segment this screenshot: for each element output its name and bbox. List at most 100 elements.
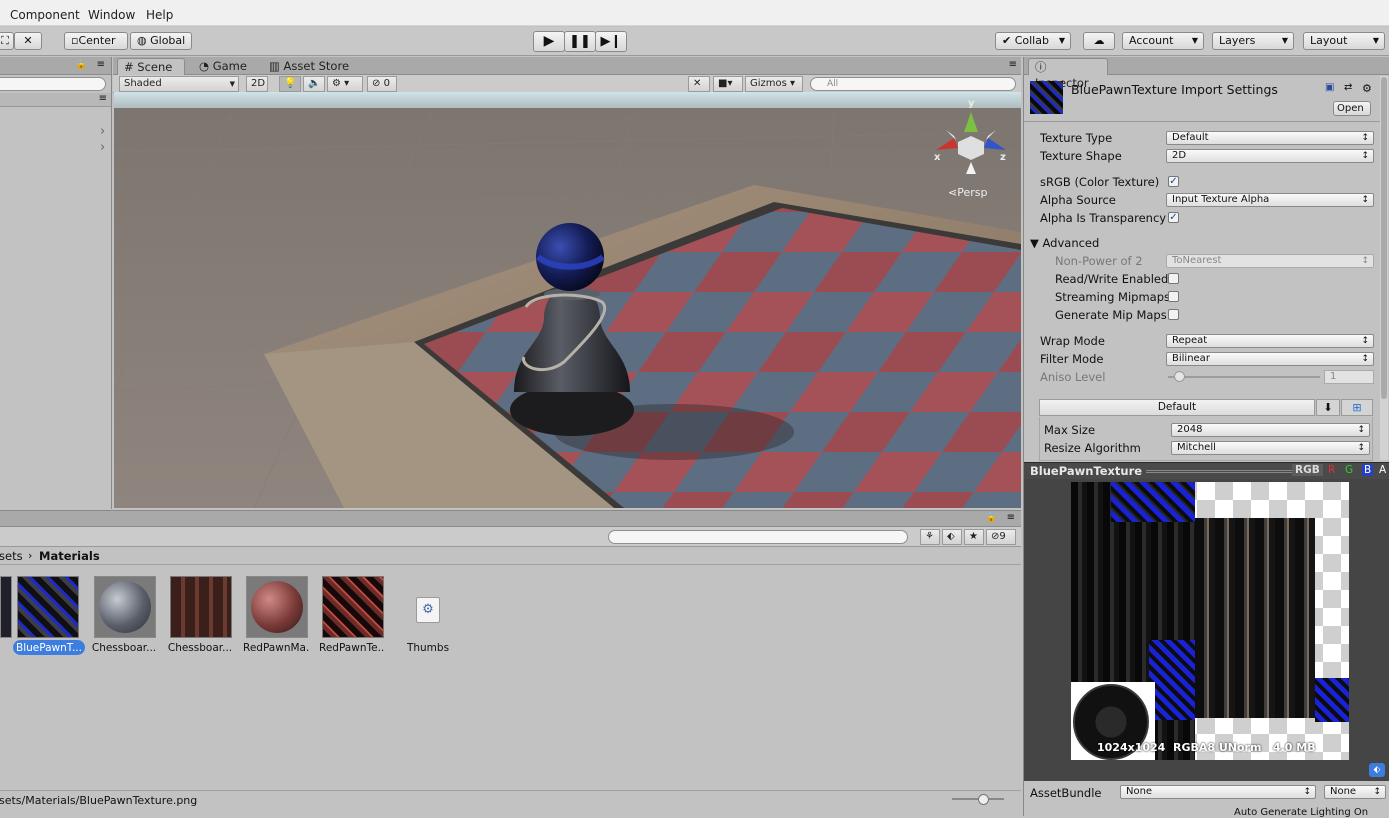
channel-a-toggle[interactable]: A [1379,464,1386,476]
texture-shape-dropdown[interactable]: 2D [1166,149,1374,163]
layout-dropdown[interactable]: Layout ▼ [1303,32,1385,50]
pivot-center-button[interactable]: ▫Center [64,32,128,50]
srgb-checkbox[interactable]: ✓ [1168,176,1179,187]
orientation-gizmo[interactable]: y x z [926,98,1016,180]
panel-menu-icon[interactable]: ≡ [1007,512,1015,523]
menu-help[interactable]: Help [146,8,173,22]
channel-rgb-toggle[interactable]: RGB [1292,464,1323,476]
menu-window[interactable]: Window [88,8,135,22]
tag-icon[interactable]: ⬖ [1369,763,1385,777]
transform-tool-icon[interactable]: ✕ [14,32,42,50]
asset-thumb-bluepawntexture[interactable] [17,576,79,638]
wrap-mode-dropdown[interactable]: Repeat [1166,334,1374,348]
windows-icon[interactable]: ⊞ [1341,399,1373,416]
streaming-mipmaps-checkbox[interactable] [1168,291,1179,302]
foldout-arrow-icon: ▼ [1030,236,1043,250]
tools-icon[interactable]: ✕ [688,76,710,92]
tab-inspector[interactable]: ⓘ Inspector [1028,58,1108,90]
asset-thumb-redpawntexture[interactable] [322,576,384,638]
preview-drag-handle[interactable] [1146,470,1310,473]
aniso-slider-handle[interactable] [1174,371,1185,382]
channel-g-toggle[interactable]: G [1345,464,1353,476]
settings-gear-icon[interactable]: ⚙ [1362,82,1372,95]
asset-label[interactable]: Thumbs [395,642,461,654]
2d-toggle[interactable]: 2D [246,76,268,92]
assetbundle-dropdown[interactable]: None [1120,785,1316,799]
scene-menu-icon[interactable]: ≡ [99,93,107,104]
scene-viewport[interactable]: y x z ⋖Persp [114,92,1021,508]
aniso-value-field[interactable]: 1 [1324,370,1374,384]
preview-area[interactable]: 1024x1024 RGBA8 UNorm 4.0 MB ⬖ [1024,479,1389,781]
account-dropdown[interactable]: Account ▼ [1122,32,1204,50]
label-icon[interactable]: ⬖ [942,529,962,545]
asset-label[interactable]: Chessboar... [91,642,157,654]
advanced-foldout[interactable]: ▼ Advanced [1030,236,1099,250]
layers-dropdown[interactable]: Layers ▼ [1212,32,1294,50]
alpha-transparency-checkbox[interactable]: ✓ [1168,212,1179,223]
aniso-slider[interactable] [1168,376,1320,378]
pause-button[interactable]: ❚❚ [564,31,596,52]
channel-b-toggle[interactable]: B [1362,464,1374,476]
asset-thumb-chessboard-1[interactable] [94,576,156,638]
filter-mode-dropdown[interactable]: Bilinear [1166,352,1374,366]
shading-mode-dropdown[interactable]: Shaded ▼ [119,76,239,92]
preset-icon[interactable]: ⇄ [1344,82,1352,93]
camera-icon[interactable]: ■▾ [713,76,743,92]
filter-type-icon[interactable]: ⚘ [920,529,940,545]
asset-thumb-redpawnmaterial[interactable] [246,576,308,638]
assetbundle-variant-dropdown[interactable]: None [1324,785,1386,799]
breadcrumb-assets[interactable]: sets [0,549,23,563]
effects-dropdown-icon[interactable]: ⚙ ▾ [327,76,363,92]
inspector-scrollbar[interactable] [1380,76,1388,460]
projection-label[interactable]: ⋖Persp [948,186,987,199]
asset-label[interactable]: RedPawnMa... [243,642,309,654]
pivot-global-button[interactable]: ◍ Global [130,32,192,50]
step-button[interactable]: ▶❙ [595,31,627,52]
tab-scene[interactable]: # Scene [117,58,185,75]
alpha-source-dropdown[interactable]: Input Texture Alpha [1166,193,1374,207]
hidden-objects-toggle[interactable]: ⊘ 0 [367,76,397,92]
tab-asset-store[interactable]: ▥ Asset Store [263,58,355,75]
file-icon[interactable]: ⚙ [416,597,440,623]
lighting-toggle-icon[interactable]: 💡 [279,76,301,92]
collab-dropdown[interactable]: ✔ Collab ▼ [995,32,1071,50]
generate-mipmaps-checkbox[interactable] [1168,309,1179,320]
play-button[interactable]: ▶ [533,31,565,52]
hidden-packages-toggle[interactable]: ⊘9 [986,529,1016,545]
project-search-input[interactable] [608,530,908,544]
channel-r-toggle[interactable]: R [1328,464,1335,476]
npot-dropdown[interactable]: ToNearest [1166,254,1374,268]
gizmos-dropdown[interactable]: Gizmos ▾ [745,76,803,92]
expand-arrow-icon[interactable]: › [100,124,105,139]
max-size-dropdown[interactable]: 2048 [1171,423,1370,437]
hierarchy-search[interactable] [0,77,106,91]
tab-game[interactable]: ◔ Game [193,58,253,75]
expand-arrow-icon[interactable]: › [100,140,105,155]
lock-icon[interactable]: 🔒 [986,513,997,523]
texture-type-dropdown[interactable]: Default [1166,131,1374,145]
help-icon[interactable]: ▣ [1325,82,1334,93]
asset-label[interactable]: RedPawnTe... [319,642,385,654]
panel-menu-icon[interactable]: ≡ [1009,59,1017,70]
rect-tool-icon[interactable]: ⛶ [0,32,14,50]
open-button[interactable]: Open [1333,101,1371,116]
scene-search-input[interactable]: All [810,77,1016,91]
audio-toggle-icon[interactable]: 🔈 [303,76,325,92]
cloud-button[interactable]: ☁ [1083,32,1115,50]
hierarchy-scene-row[interactable]: ≡ [0,93,111,107]
readwrite-checkbox[interactable] [1168,273,1179,284]
asset-thumb-partial[interactable] [0,576,12,638]
slider-handle[interactable] [978,794,989,805]
asset-thumb-chessboard-2[interactable] [170,576,232,638]
lock-icon[interactable]: 🔒 [76,60,87,70]
preview-title: BluePawnTexture [1030,464,1143,478]
asset-label[interactable]: BluePawnT... [16,642,82,654]
platform-tab-default[interactable]: Default [1039,399,1315,416]
menu-component[interactable]: Component [10,8,80,22]
download-icon[interactable]: ⬇ [1316,399,1340,416]
asset-label[interactable]: Chessboar... [167,642,233,654]
breadcrumb-materials[interactable]: Materials [39,549,100,563]
resize-algorithm-dropdown[interactable]: Mitchell [1171,441,1370,455]
star-icon[interactable]: ★ [964,529,984,545]
panel-menu-icon[interactable]: ≡ [97,59,105,70]
